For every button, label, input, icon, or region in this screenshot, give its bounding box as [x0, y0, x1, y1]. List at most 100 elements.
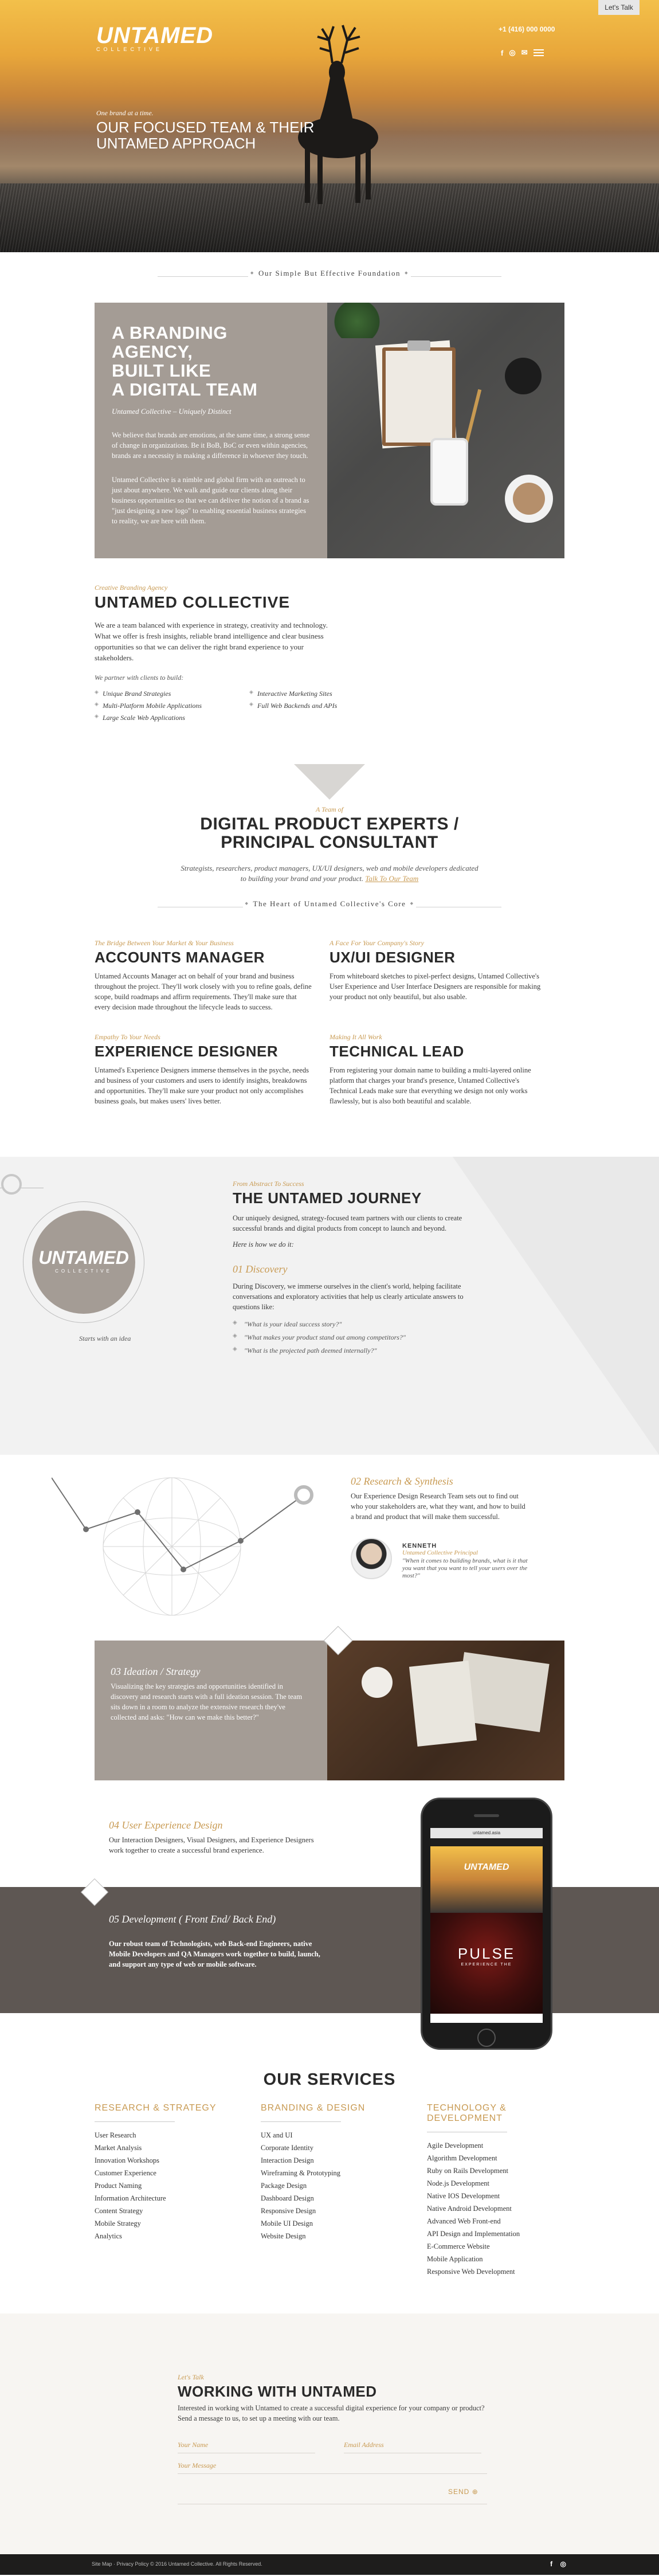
role-ux-ui-designer: A Face For Your Company's Story UX/UI DE…: [330, 939, 564, 1012]
deer-silhouette: [298, 25, 378, 204]
service-item[interactable]: Mobile Application: [427, 2253, 564, 2265]
list-item: Full Web Backends and APIs: [249, 700, 364, 712]
journey-section: UNTAMED COLLECTIVE Starts with an idea F…: [0, 1157, 659, 1455]
phone-pulse-sub: EXPERIENCE THE: [461, 1963, 512, 1967]
phone-mockup: untamed.asia UNTAMED PULSE EXPERIENCE TH…: [421, 1798, 552, 2050]
service-item[interactable]: Mobile UI Design: [261, 2217, 427, 2230]
phone-number[interactable]: +1 (416) 000 0000: [499, 25, 555, 33]
service-item[interactable]: Ruby on Rails Development: [427, 2164, 564, 2177]
logo-wordmark: UNTAMED: [96, 23, 214, 48]
hero-title-line1: OUR FOCUSED TEAM & THEIR: [96, 119, 315, 136]
name-field[interactable]: [178, 2437, 315, 2453]
service-item[interactable]: Market Analysis: [95, 2142, 261, 2154]
email-field[interactable]: [344, 2437, 481, 2453]
service-item[interactable]: E-Commerce Website: [427, 2240, 564, 2253]
footer-social: f ◎: [550, 2560, 566, 2568]
role-kicker: The Bridge Between Your Market & Your Bu…: [95, 939, 234, 947]
badge-image: [505, 358, 542, 394]
discovery-question: "What is your ideal success story?": [233, 1318, 485, 1331]
phone-pulse-title: PULSE: [457, 1945, 516, 1962]
service-item[interactable]: Mobile Strategy: [95, 2217, 261, 2230]
step-ux-title: 04 User Experience Design: [109, 1819, 223, 1831]
divider: [95, 2121, 175, 2122]
phone-screen: untamed.asia UNTAMED PULSE EXPERIENCE TH…: [430, 1828, 543, 2023]
service-item[interactable]: Dashboard Design: [261, 2192, 427, 2205]
ux-dev-section: 04 User Experience Design Our Interactio…: [0, 1780, 659, 2070]
foundation-heading-text: Our Simple But Effective Foundation: [248, 269, 411, 277]
service-item[interactable]: Information Architecture: [95, 2192, 261, 2205]
service-item[interactable]: Responsive Web Development: [427, 2265, 564, 2278]
services-title: OUR SERVICES: [263, 2070, 396, 2089]
role-experience-designer: Empathy To Your Needs EXPERIENCE DESIGNE…: [95, 1033, 330, 1106]
menu-icon[interactable]: [533, 49, 544, 56]
service-item[interactable]: Interaction Design: [261, 2154, 427, 2167]
service-item[interactable]: Customer Experience: [95, 2167, 261, 2179]
talk-to-team-link[interactable]: Talk To Our Team: [365, 874, 418, 883]
role-para: From registering your domain name to bui…: [330, 1066, 531, 1105]
hero-kicker: One brand at a time.: [96, 109, 154, 117]
service-item[interactable]: Agile Development: [427, 2139, 564, 2152]
service-item[interactable]: API Design and Implementation: [427, 2227, 564, 2240]
step-dev-title: 05 Development ( Front End/ Back End): [109, 1913, 276, 1925]
list-item: Multi-Platform Mobile Applications: [95, 700, 249, 712]
stationery-photo: [327, 303, 564, 558]
branding-para1: We believe that brands are emotions, at …: [112, 431, 310, 460]
facebook-icon[interactable]: f: [501, 49, 503, 57]
coffee-cup-image: [362, 1667, 393, 1698]
network-graphic: [52, 1477, 313, 1616]
service-item[interactable]: Wireframing & Prototyping: [261, 2167, 427, 2179]
research-content: 02 Research & Synthesis Our Experience D…: [351, 1475, 528, 1584]
dev-band: 05 Development ( Front End/ Back End) Ou…: [0, 1878, 659, 2013]
core-heading: The Heart of Untamed Collective's Core: [158, 899, 501, 916]
step-ideation-para: Visualizing the key strategies and oppor…: [111, 1682, 303, 1721]
lets-talk-button[interactable]: Let's Talk: [598, 0, 640, 15]
research-section: 02 Research & Synthesis Our Experience D…: [0, 1455, 659, 1627]
service-item[interactable]: Native IOS Development: [427, 2190, 564, 2202]
collective-para: We are a team balanced with experience i…: [95, 621, 328, 662]
step-dev-para: Our robust team of Technologists, web Ba…: [109, 1940, 320, 1968]
service-item[interactable]: User Research: [95, 2129, 261, 2142]
facebook-icon[interactable]: f: [550, 2560, 552, 2568]
branding-section: A BRANDING AGENCY, BUILT LIKE A DIGITAL …: [95, 303, 564, 558]
journey-para: Our uniquely designed, strategy-focused …: [233, 1214, 462, 1232]
service-item[interactable]: Package Design: [261, 2179, 427, 2192]
service-item[interactable]: Innovation Workshops: [95, 2154, 261, 2167]
send-button[interactable]: SEND ⊕: [448, 2488, 478, 2496]
list-item: Large Scale Web Applications: [95, 712, 249, 724]
list-item: Unique Brand Strategies: [95, 688, 249, 700]
phone-image: [430, 438, 468, 506]
contact-kicker: Let's Talk: [178, 2373, 204, 2381]
services-col-heading: RESEARCH & STRATEGY: [95, 2103, 217, 2113]
site-logo[interactable]: UNTAMED COLLECTIVE: [96, 23, 213, 52]
branding-para2: Untamed Collective is a nimble and globa…: [112, 476, 309, 525]
services-col-technology: TECHNOLOGY & DEVELOPMENT Agile Developme…: [427, 2103, 564, 2278]
hero-title-line2: UNTAMED APPROACH: [96, 135, 256, 152]
mail-icon[interactable]: ✉: [521, 48, 528, 57]
message-field[interactable]: [178, 2458, 487, 2474]
journey-logo: UNTAMED COLLECTIVE: [32, 1211, 135, 1314]
step-research-para: Our Experience Design Research Team sets…: [351, 1492, 525, 1521]
service-item[interactable]: Analytics: [95, 2230, 261, 2242]
service-item[interactable]: Algorithm Development: [427, 2152, 564, 2164]
instagram-icon[interactable]: ◎: [560, 2560, 566, 2568]
service-item[interactable]: Product Naming: [95, 2179, 261, 2192]
service-item[interactable]: Responsive Design: [261, 2205, 427, 2217]
service-item[interactable]: Website Design: [261, 2230, 427, 2242]
send-arrow-icon: ⊕: [472, 2488, 478, 2496]
service-item[interactable]: Content Strategy: [95, 2205, 261, 2217]
role-para: Untamed Accounts Manager act on behalf o…: [95, 972, 312, 1011]
role-para: From whiteboard sketches to pixel-perfec…: [330, 972, 541, 1001]
service-item[interactable]: Native Android Development: [427, 2202, 564, 2215]
phone-home-button: [477, 2029, 496, 2047]
services-col-heading: BRANDING & DESIGN: [261, 2103, 366, 2113]
phone-hero: UNTAMED: [430, 1846, 543, 1913]
service-item[interactable]: Advanced Web Front-end: [427, 2215, 564, 2227]
core-heading-text: The Heart of Untamed Collective's Core: [242, 899, 417, 908]
step-ux-para: Our Interaction Designers, Visual Design…: [109, 1836, 314, 1854]
service-item[interactable]: Corporate Identity: [261, 2142, 427, 2154]
instagram-icon[interactable]: ◎: [509, 48, 515, 57]
contact-section: Let's Talk WORKING WITH UNTAMED Interest…: [0, 2313, 659, 2554]
service-item[interactable]: Node.js Development: [427, 2177, 564, 2190]
divider: [261, 2121, 341, 2122]
service-item[interactable]: UX and UI: [261, 2129, 427, 2142]
